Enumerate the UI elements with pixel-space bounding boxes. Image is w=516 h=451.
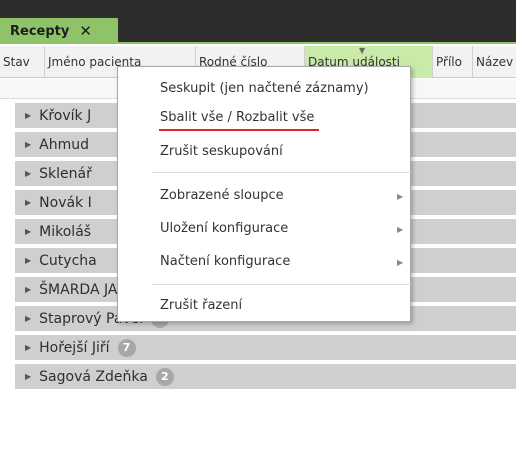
expand-arrow-icon[interactable]: ▶ [25,314,31,323]
menu-separator [152,172,411,173]
close-icon[interactable]: ✕ [79,22,92,40]
group-row[interactable]: ▶ Hořejší Jiří 7 [15,335,516,362]
column-label: Přílo [436,55,462,69]
column-header-prilohy[interactable]: Přílo [433,46,473,78]
menu-item-zrusit-seskupovani[interactable]: Zrušit seskupování [160,144,283,159]
count-badge: 2 [155,367,174,386]
count-badge: 7 [117,338,136,357]
menu-item-nacteni-konfigurace[interactable]: Načtení konfigurace [160,254,290,269]
group-name: Křovík J [39,107,92,124]
group-name: Cutycha [39,252,97,269]
column-label: Název [476,55,514,69]
column-label: Stav [3,55,30,69]
column-header-nazev[interactable]: Název [473,46,516,78]
context-menu: Seskupit (jen načtené záznamy) Sbalit vš… [117,66,411,322]
expand-arrow-icon[interactable]: ▶ [25,372,31,381]
group-name: Hořejší Jiří [39,339,110,356]
expand-arrow-icon[interactable]: ▶ [25,343,31,352]
group-row[interactable]: ▶ Sagová Zdeňka 2 [15,364,516,391]
group-name: Mikoláš [39,223,92,240]
expand-arrow-icon[interactable]: ▶ [25,198,31,207]
expand-arrow-icon[interactable]: ▶ [25,169,31,178]
group-name: Ahmud [39,136,90,153]
expand-arrow-icon[interactable]: ▶ [25,227,31,236]
submenu-arrow-icon: ▶ [397,258,404,267]
submenu-arrow-icon: ▶ [397,225,404,234]
tab-bar: Recepty ✕ [0,0,516,44]
expand-arrow-icon[interactable]: ▶ [25,256,31,265]
submenu-arrow-icon: ▶ [397,192,404,201]
sort-descending-icon: ▼ [359,46,366,55]
menu-item-zrusit-razeni[interactable]: Zrušit řazení [160,298,242,313]
expand-arrow-icon[interactable]: ▶ [25,111,31,120]
menu-item-zobrazene-sloupce[interactable]: Zobrazené sloupce [160,188,284,203]
menu-item-sbalit-rozbalit[interactable]: Sbalit vše / Rozbalit vše [160,110,314,125]
menu-separator [152,284,411,285]
group-name: Novák I [39,194,92,211]
tab-recepty[interactable]: Recepty ✕ [0,18,118,44]
column-header-stav[interactable]: Stav [0,46,45,78]
expand-arrow-icon[interactable]: ▶ [25,140,31,149]
group-name: Sagová Zdeňka [39,368,148,385]
group-name: Sklenář [39,165,92,182]
expand-arrow-icon[interactable]: ▶ [25,285,31,294]
menu-item-seskupit[interactable]: Seskupit (jen načtené záznamy) [160,81,369,96]
tab-label: Recepty [10,23,70,39]
menu-item-ulozeni-konfigurace[interactable]: Uložení konfigurace [160,221,288,236]
highlight-underline [159,129,319,131]
